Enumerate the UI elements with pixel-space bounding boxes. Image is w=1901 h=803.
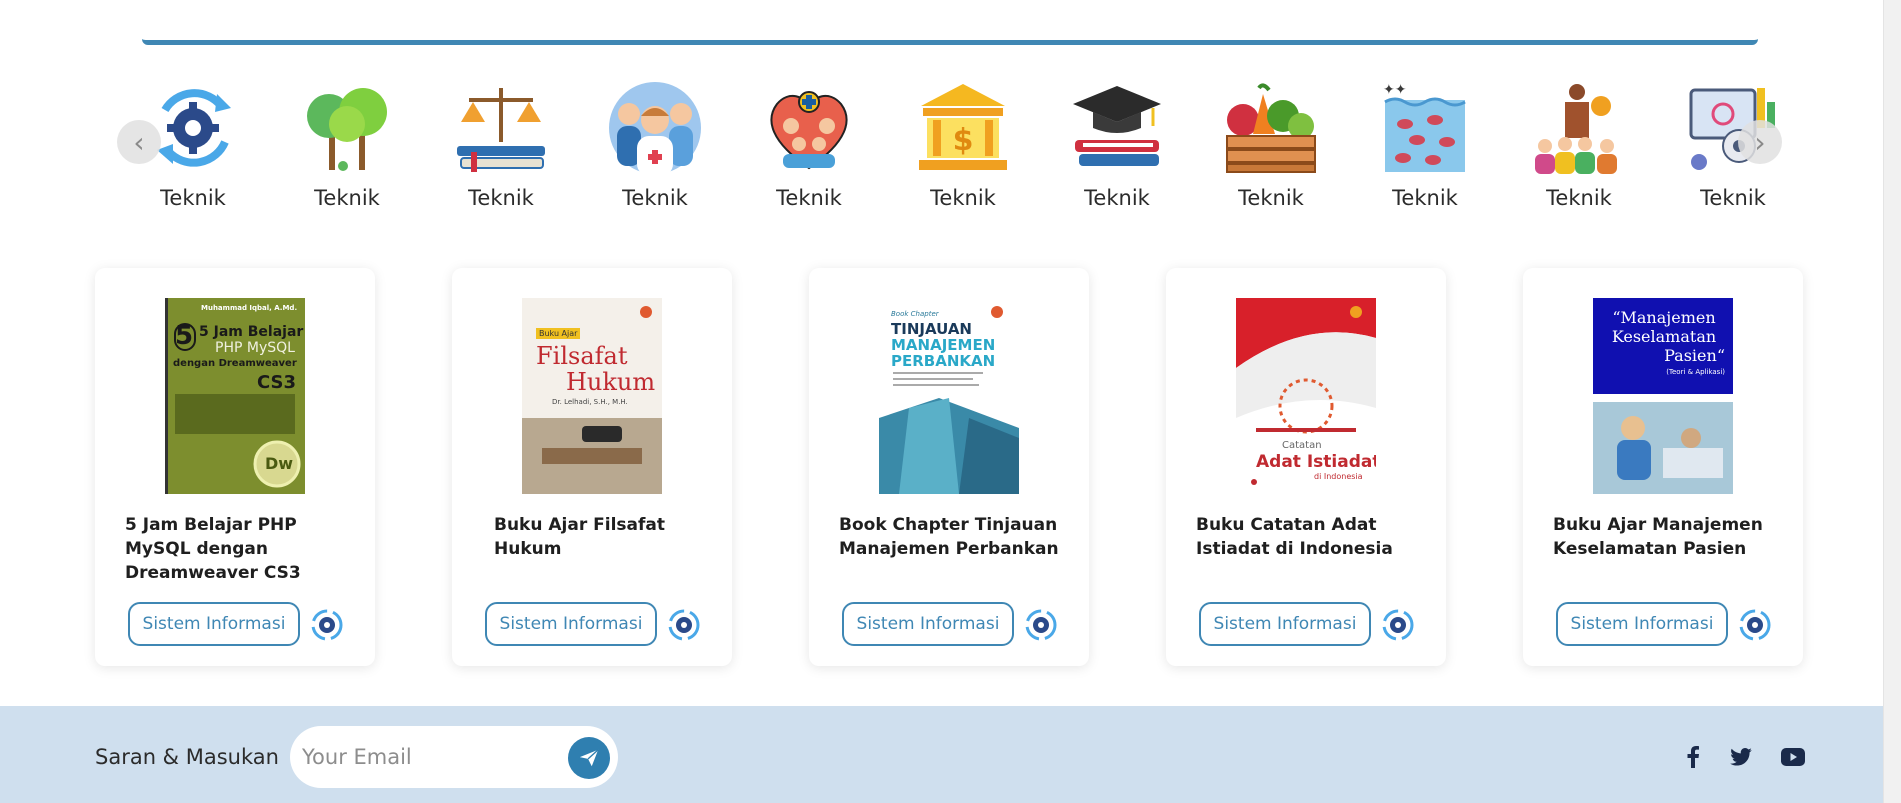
category-item[interactable]: Teknik xyxy=(1658,80,1808,210)
book-card[interactable]: Book Chapter TINJAUAN MANAJEMEN PERBANKA… xyxy=(809,268,1089,666)
book-cover[interactable]: “Manajemen Keselamatan Pasien“ (Teori & … xyxy=(1593,298,1733,494)
fish-aquarium-icon: ✦✦ xyxy=(1383,82,1466,172)
category-tag-button[interactable]: Sistem Informasi xyxy=(128,602,300,646)
twitter-link[interactable] xyxy=(1726,742,1756,772)
cover-line3: dengan Dreamweaver xyxy=(173,358,297,369)
chevron-right-icon: › xyxy=(1754,125,1766,159)
email-form xyxy=(290,726,618,788)
twitter-icon xyxy=(1730,748,1752,766)
cover-line3: PERBANKAN xyxy=(891,352,996,370)
category-tag-button[interactable]: Sistem Informasi xyxy=(1199,602,1371,646)
cover-badge: Dw xyxy=(265,454,294,473)
category-item[interactable]: Teknik xyxy=(1042,80,1192,210)
book-card[interactable]: Buku Ajar Filsafat Hukum Dr. Lelhadi, S.… xyxy=(452,268,732,666)
category-label: Teknik xyxy=(160,186,226,210)
facebook-icon xyxy=(1687,746,1699,768)
page-scrollbar[interactable] xyxy=(1883,0,1901,803)
category-label: Teknik xyxy=(1238,186,1304,210)
cover-author: Dr. Lelhadi, S.H., M.H. xyxy=(552,398,628,406)
book-title[interactable]: Book Chapter Tinjauan Manajemen Perbanka… xyxy=(839,513,1069,561)
graduation-books-icon xyxy=(1073,86,1161,166)
category-label: Teknik xyxy=(776,186,842,210)
category-item[interactable]: Teknik xyxy=(1504,80,1654,210)
lecture-audience-icon xyxy=(1535,84,1617,174)
email-input[interactable] xyxy=(302,736,552,778)
category-item[interactable]: Teknik xyxy=(1196,80,1346,210)
book-title[interactable]: Buku Catatan Adat Istiadat di Indonesia xyxy=(1196,513,1426,561)
category-tag-button[interactable]: Sistem Informasi xyxy=(842,602,1014,646)
book-list: 5 Muhammad Iqbal, A.Md. 5 Jam Belajar PH… xyxy=(95,268,1805,668)
book-card[interactable]: Catatan Adat Istiadat di Indonesia Buku … xyxy=(1166,268,1446,666)
cover-line1: “Manajemen xyxy=(1612,308,1716,327)
category-carousel: Teknik Teknik Teknik Teknik Teknik $ Tek… xyxy=(118,80,1778,230)
category-label: Teknik xyxy=(1392,186,1458,210)
cover-line3: Pasien“ xyxy=(1664,346,1725,365)
cover-line2: Hukum xyxy=(566,368,656,396)
cover-line4: (Teori & Aplikasi) xyxy=(1666,368,1725,376)
engineering-gear-icon xyxy=(157,89,231,167)
cover-line1: Catatan xyxy=(1282,440,1322,451)
category-item[interactable]: Teknik xyxy=(272,80,422,210)
book-card[interactable]: “Manajemen Keselamatan Pasien“ (Teori & … xyxy=(1523,268,1803,666)
category-label: Teknik xyxy=(1084,186,1150,210)
category-item[interactable]: Teknik xyxy=(426,80,576,210)
send-plane-icon xyxy=(579,749,599,767)
engineering-gear-icon xyxy=(1739,609,1771,641)
book-title[interactable]: 5 Jam Belajar PHP MySQL dengan Dreamweav… xyxy=(125,513,355,585)
book-cover[interactable]: Catatan Adat Istiadat di Indonesia xyxy=(1236,298,1376,494)
cover-line4: CS3 xyxy=(257,372,297,393)
category-label: Teknik xyxy=(468,186,534,210)
category-tag-button[interactable]: Sistem Informasi xyxy=(1556,602,1728,646)
engineering-gear-icon xyxy=(311,609,343,641)
book-card[interactable]: 5 Muhammad Iqbal, A.Md. 5 Jam Belajar PH… xyxy=(95,268,375,666)
youtube-icon xyxy=(1781,748,1805,766)
book-title[interactable]: Buku Ajar Filsafat Hukum xyxy=(494,513,712,561)
category-label: Teknik xyxy=(314,186,380,210)
engineering-gear-icon xyxy=(1025,609,1057,641)
category-tag-button[interactable]: Sistem Informasi xyxy=(485,602,657,646)
cover-line1: 5 Jam Belajar xyxy=(199,324,304,340)
bank-icon: $ xyxy=(919,84,1007,170)
cover-line3: di Indonesia xyxy=(1314,472,1363,481)
book-title[interactable]: Buku Ajar Manajemen Keselamatan Pasien xyxy=(1553,513,1783,561)
cover-line1: Filsafat xyxy=(536,342,628,370)
cover-kicker: Book Chapter xyxy=(891,310,939,318)
trees-icon xyxy=(307,88,387,171)
engineering-gear-icon xyxy=(1382,609,1414,641)
engineering-gear-icon xyxy=(668,609,700,641)
cover-line2: Adat Istiadat xyxy=(1256,452,1376,472)
search-panel-bottom-edge xyxy=(142,0,1758,45)
book-cover[interactable]: Book Chapter TINJAUAN MANAJEMEN PERBANKA… xyxy=(879,298,1019,494)
book-cover[interactable]: Buku Ajar Filsafat Hukum Dr. Lelhadi, S.… xyxy=(522,298,662,494)
vegetable-crate-icon xyxy=(1226,83,1316,173)
cover-line2: Keselamatan xyxy=(1611,327,1717,346)
cover-kicker: Buku Ajar xyxy=(536,328,581,339)
carousel-next-button[interactable]: › xyxy=(1738,120,1782,164)
category-item[interactable]: Teknik xyxy=(734,80,884,210)
carousel-prev-button[interactable]: ‹ xyxy=(117,120,161,164)
category-label: Teknik xyxy=(1700,186,1766,210)
footer: Saran & Masukan xyxy=(0,706,1883,803)
youtube-link[interactable] xyxy=(1778,742,1808,772)
category-label: Teknik xyxy=(622,186,688,210)
cover-author: Muhammad Iqbal, A.Md. xyxy=(201,304,298,312)
category-item[interactable]: Teknik xyxy=(580,80,730,210)
svg-text:✦✦: ✦✦ xyxy=(1383,82,1407,98)
cover-line2: PHP MySQL xyxy=(215,340,295,356)
facebook-link[interactable] xyxy=(1678,742,1708,772)
send-button[interactable] xyxy=(568,737,610,779)
chevron-left-icon: ‹ xyxy=(133,125,145,159)
category-item[interactable]: ✦✦ Teknik xyxy=(1350,80,1500,210)
law-scales-books-icon xyxy=(457,88,545,172)
book-cover[interactable]: 5 Muhammad Iqbal, A.Md. 5 Jam Belajar PH… xyxy=(165,298,305,494)
medical-staff-icon xyxy=(609,82,701,176)
feedback-label: Saran & Masukan xyxy=(95,745,279,769)
category-label: Teknik xyxy=(930,186,996,210)
category-label: Teknik xyxy=(1546,186,1612,210)
category-item[interactable]: $ Teknik xyxy=(888,80,1038,210)
family-health-icon xyxy=(770,91,848,170)
svg-text:$: $ xyxy=(953,123,974,158)
